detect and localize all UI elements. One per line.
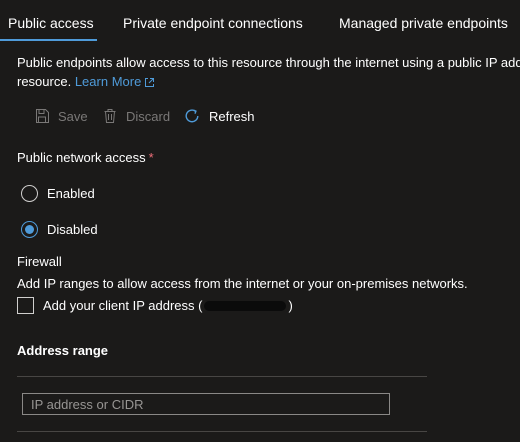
save-icon [36, 109, 49, 123]
radio-disabled[interactable]: Disabled [21, 221, 98, 238]
radio-enabled[interactable]: Enabled [21, 185, 95, 202]
refresh-icon [185, 109, 199, 123]
trash-icon [104, 109, 116, 123]
add-client-ip-label: Add your client IP address () [43, 298, 293, 313]
add-client-ip-row[interactable]: Add your client IP address () [17, 297, 293, 314]
save-label: Save [58, 108, 88, 124]
refresh-label: Refresh [209, 108, 255, 124]
firewall-description: Add IP ranges to allow access from the i… [17, 276, 468, 291]
required-marker: * [148, 150, 154, 165]
refresh-button[interactable]: Refresh [183, 105, 255, 127]
public-network-access-label: Public network access * [17, 150, 154, 165]
public-access-description: Public endpoints allow access to this re… [17, 53, 520, 91]
tab-bar: Public access Private endpoint connectio… [0, 0, 520, 42]
discard-label: Discard [126, 108, 171, 124]
divider-bottom [17, 431, 427, 432]
learn-more-link[interactable]: Learn More [75, 74, 155, 89]
networking-page: Public access Private endpoint connectio… [0, 0, 520, 442]
radio-disabled-circle[interactable] [21, 221, 38, 238]
redacted-ip [204, 300, 287, 313]
tab-private-endpoint-connections[interactable]: Private endpoint connections [123, 14, 303, 32]
description-line1: Public endpoints allow access to this re… [17, 55, 520, 70]
tab-managed-private-endpoints[interactable]: Managed private endpoints [339, 14, 508, 32]
external-link-icon [145, 78, 155, 88]
discard-button[interactable]: Discard [102, 105, 170, 127]
radio-enabled-circle[interactable] [21, 185, 38, 202]
description-line2: resource. [17, 74, 72, 89]
address-range-title: Address range [17, 343, 109, 358]
add-client-ip-checkbox[interactable] [17, 297, 34, 314]
radio-enabled-label: Enabled [47, 186, 95, 201]
radio-disabled-label: Disabled [47, 222, 98, 237]
firewall-title: Firewall [17, 254, 62, 269]
divider-top [17, 376, 427, 377]
save-button[interactable]: Save [34, 105, 88, 127]
tab-public-access[interactable]: Public access [0, 14, 97, 41]
ip-address-input[interactable] [22, 393, 390, 415]
